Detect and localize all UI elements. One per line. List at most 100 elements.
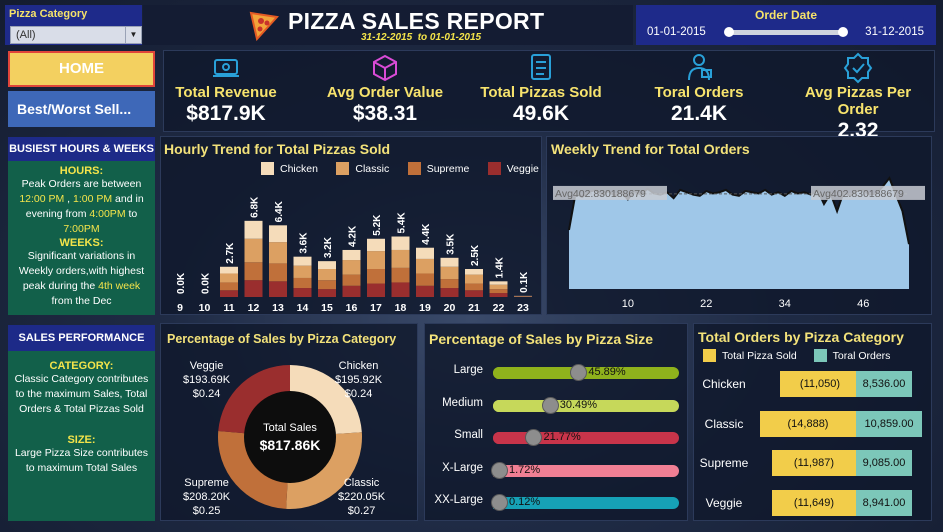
chevron-down-icon[interactable]: ▼ [125, 27, 141, 43]
bar-segment-veggie [416, 285, 434, 297]
bar-total-label: 5.2K [372, 214, 383, 236]
bar-total-label: 3.5K [446, 233, 457, 255]
hours-text: Peak Orders are between 12:00 PM , 1:00 … [8, 177, 155, 237]
bar-segment-supreme [391, 267, 410, 283]
page-title: PIZZA SALES REPORT [288, 8, 545, 34]
home-button[interactable]: HOME [8, 51, 155, 87]
bar-segment-supreme [416, 273, 434, 286]
size-track: 0.12% [491, 494, 679, 511]
kpi-value: 21.4K [670, 102, 728, 125]
x-tick-label: 16 [346, 302, 358, 314]
hours-time-4: 7:00PM [63, 223, 100, 235]
start-date: 01-01-2015 [647, 26, 706, 38]
bar-segment-chicken [489, 281, 508, 285]
bar-segment-supreme [367, 269, 385, 284]
orders-category-chart: Chicken (11,050) 8,536.00 Classic (14,888) 10… [694, 369, 931, 519]
bar-total-label: 4.2K [348, 225, 359, 247]
category-filter[interactable]: Pizza Category (All) ▼ [5, 5, 142, 45]
size-row: X-Large 1.72% [425, 461, 687, 482]
veggie-pct: $0.24 [192, 388, 221, 400]
x-tick-label: 11 [223, 302, 234, 314]
kpi-value: 49.6K [512, 102, 570, 125]
order-date-filter[interactable]: Order Date 01-01-2015 31-12-2015 [636, 5, 936, 45]
hours-time-3: 4:00PM [89, 208, 126, 220]
total-orders-bar: 8,941.00 [856, 489, 912, 516]
kpi-value: $38.31 [352, 102, 418, 125]
busiest-body: HOURS: Peak Orders are between 12:00 PM … [8, 161, 155, 315]
bar-total-label: 4.4K [421, 223, 432, 245]
bar-segment-veggie [269, 281, 287, 297]
legend-veggie-label: Veggie [506, 162, 539, 175]
category-label: Classic [704, 416, 744, 431]
chicken-pct: $0.24 [344, 388, 373, 400]
bar-segment-classic [391, 249, 410, 268]
hourly-trend-panel: Hourly Trend for Total Pizzas Sold Chick… [160, 136, 542, 315]
weekly-trend-panel: Weekly Trend for Total Orders Avg402.830… [546, 136, 932, 315]
badge-icon [843, 52, 873, 84]
home-button-label: HOME [59, 60, 104, 77]
best-worst-button-label: Best/Worst Sell... [17, 101, 132, 117]
bar-segment-chicken [440, 257, 459, 267]
legend-veggie: Veggie [487, 162, 539, 175]
category-heading: CATEGORY: [49, 360, 114, 372]
bar-segment-veggie [244, 280, 263, 297]
size-row: Large 45.89% [425, 364, 687, 384]
size-label: X-Large [442, 461, 483, 474]
x-tick-label: 9 [177, 302, 183, 314]
sales-performance-panel: SALES PERFORMANCE CATEGORY: Classic Cate… [8, 325, 155, 521]
total-orders-bar: 9,085.00 [856, 450, 912, 476]
bar-segment-chicken [342, 249, 361, 261]
chicken-value: $195.92K [335, 374, 383, 386]
kpi-card: Avg Order Value $38.31 [310, 52, 460, 126]
size-fill [493, 367, 579, 379]
pizza-sold-bar: (11,987) [772, 450, 856, 476]
bar-segment-supreme [342, 274, 361, 286]
size-chart: Large 45.89% Medium 30.49% Small 21.77% X-Larg… [425, 364, 687, 514]
bar-segment-chicken [269, 225, 287, 243]
x-tick-label: 10 [622, 298, 634, 310]
weeks-text-2: from the Dec [51, 295, 112, 307]
bar-total-label: 3.2K [323, 236, 334, 258]
busiest-title: BUSIEST HOURS & WEEKS [8, 137, 155, 161]
x-tick-label: 12 [248, 302, 260, 314]
hourly-trend-title: Hourly Trend for Total Pizzas Sold [164, 141, 391, 157]
weeks-highlight: 4th week [98, 280, 141, 292]
bar-segment-chicken [244, 220, 263, 239]
chicken-name: Chicken [338, 360, 379, 372]
hourly-chart: 0.0K 9 0.0K 10 2.7K 11 6.8K 12 6.4K 13 3.6K 14 3.2K 1… [176, 196, 532, 314]
size-track: 45.89% [493, 364, 679, 381]
best-worst-button[interactable]: Best/Worst Sell... [8, 91, 155, 127]
donut-label-supreme: Supreme $208.20K $0.25 [183, 476, 230, 518]
bar-segment-chicken [293, 256, 312, 266]
category-filter-select[interactable]: (All) ▼ [10, 26, 142, 44]
legend-total-orders: Toral Orders [813, 349, 890, 362]
category-label: Chicken [702, 377, 746, 391]
kpi-label: Total Pizzas Sold [480, 84, 602, 101]
x-tick-label: 23 [517, 302, 529, 314]
bar-total-label: 5.4K [397, 212, 408, 234]
bar-segment-classic [342, 260, 361, 275]
bar-total-label: 0.0K [176, 272, 187, 294]
bar-total-label: 0.1K [519, 271, 530, 293]
category-label: Veggie [705, 495, 743, 510]
weeks-text: Significant variations in Weekly orders,… [8, 249, 155, 309]
supreme-pct: $0.25 [192, 505, 221, 517]
bar-segment-supreme [465, 283, 483, 291]
legend-chicken-label: Chicken [280, 162, 318, 175]
bar-segment-classic [269, 242, 287, 264]
veggie-name: Veggie [189, 360, 224, 372]
date-slider[interactable] [724, 27, 848, 37]
bar-segment-veggie [318, 289, 336, 297]
hours-time-1: 12:00 PM [19, 193, 65, 205]
bar-segment-classic [318, 269, 336, 281]
slider-handle-end[interactable] [838, 27, 848, 37]
bar-total-label: 2.7K [225, 242, 236, 264]
size-percent: 0.12% [509, 496, 541, 508]
weeks-heading: WEEKS: [59, 237, 104, 249]
category-text: Classic Category contributes to the maxi… [14, 373, 149, 415]
slider-handle-start[interactable] [724, 27, 734, 37]
weekly-trend-title: Weekly Trend for Total Orders [551, 141, 750, 157]
category-filter-value: (All) [16, 29, 36, 41]
x-tick-label: 19 [419, 302, 431, 314]
bar-total-label: 0.0K [201, 272, 212, 294]
